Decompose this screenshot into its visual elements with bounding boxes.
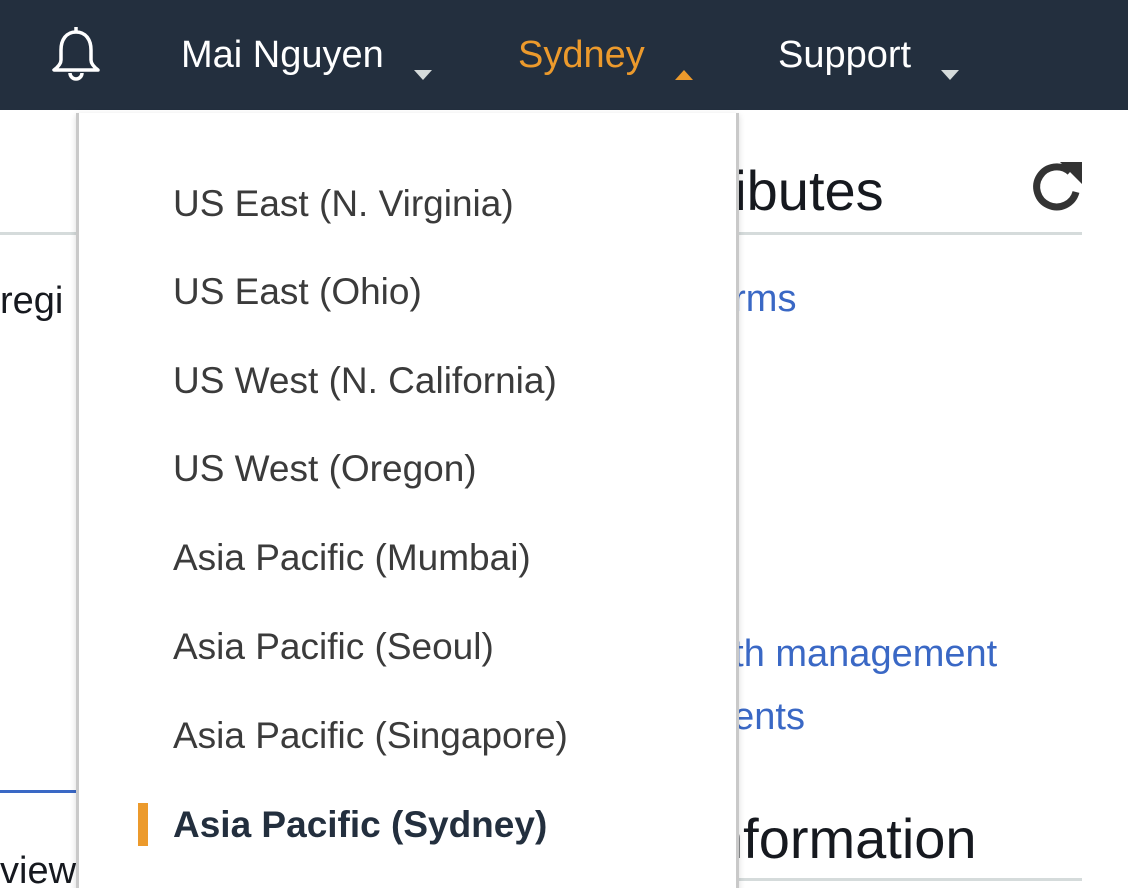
region-option-us-east-ohio[interactable]: US East (Ohio)	[173, 267, 422, 317]
bell-icon[interactable]	[48, 26, 104, 82]
region-option-us-west-n-california[interactable]: US West (N. California)	[173, 356, 557, 406]
caret-up-icon	[674, 49, 693, 80]
region-option-asia-pacific-seoul[interactable]: Asia Pacific (Seoul)	[173, 622, 494, 672]
caret-down-icon	[941, 49, 960, 80]
selected-region-indicator	[138, 803, 148, 846]
region-menu-button[interactable]: Sydney	[518, 30, 693, 80]
region-label: Sydney	[518, 33, 645, 76]
divider	[712, 878, 1082, 881]
section-heading-information: nformation	[712, 807, 977, 870]
top-navigation-bar: Mai Nguyen Sydney Support	[0, 0, 1128, 110]
refresh-icon[interactable]	[1030, 158, 1086, 214]
body-text: regi	[0, 280, 64, 322]
region-option-asia-pacific-singapore[interactable]: Asia Pacific (Singapore)	[173, 711, 568, 761]
caret-down-icon	[413, 49, 432, 80]
region-dropdown-menu: US East (N. Virginia) US East (Ohio) US …	[76, 113, 739, 888]
user-menu-button[interactable]: Mai Nguyen	[181, 30, 432, 80]
active-tab-indicator	[0, 790, 76, 793]
user-name-label: Mai Nguyen	[181, 33, 384, 76]
divider	[700, 232, 1082, 235]
region-option-asia-pacific-mumbai[interactable]: Asia Pacific (Mumbai)	[173, 533, 531, 583]
support-label: Support	[778, 33, 912, 76]
link-length-management[interactable]: gth management	[712, 633, 997, 676]
region-option-us-east-n-virginia[interactable]: US East (N. Virginia)	[173, 179, 514, 229]
region-option-asia-pacific-sydney[interactable]: Asia Pacific (Sydney)	[173, 800, 547, 850]
divider	[0, 232, 76, 235]
region-option-us-west-oregon[interactable]: US West (Oregon)	[173, 444, 477, 494]
tab-overview[interactable]: view	[0, 850, 76, 888]
support-menu-button[interactable]: Support	[778, 30, 960, 80]
